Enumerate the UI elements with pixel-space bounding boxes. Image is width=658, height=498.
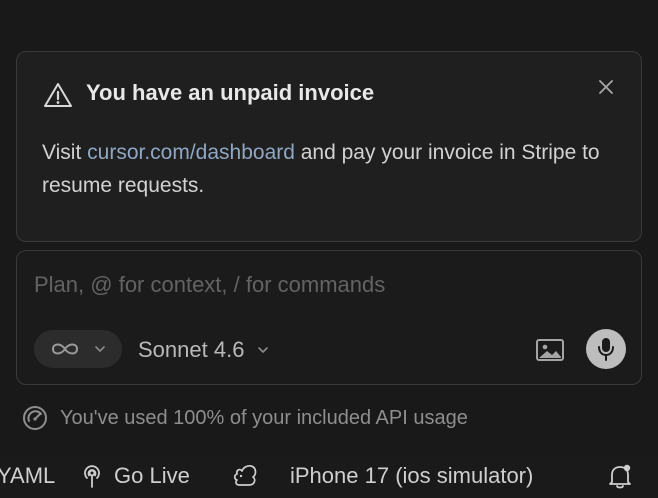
chat-input[interactable] bbox=[34, 268, 594, 302]
model-name: Sonnet 4.6 bbox=[138, 337, 245, 362]
status-bar: YAML Go Live iPhone 17 (ios simulator) bbox=[0, 455, 658, 498]
notice-title: You have an unpaid invoice bbox=[86, 80, 375, 105]
bell-icon bbox=[609, 464, 631, 489]
chevron-down-icon bbox=[95, 346, 105, 352]
unpaid-invoice-notice: You have an unpaid invoice Visit cursor.… bbox=[16, 51, 642, 242]
infinity-icon bbox=[51, 343, 79, 355]
agent-mode-selector[interactable] bbox=[34, 330, 122, 368]
notifications-button[interactable] bbox=[606, 462, 634, 490]
dashboard-link[interactable]: cursor.com/dashboard bbox=[87, 141, 295, 164]
go-live-button[interactable]: Go Live bbox=[80, 462, 190, 490]
notice-body-prefix: Visit bbox=[42, 141, 88, 164]
usage-text: You've used 100% of your included API us… bbox=[60, 406, 468, 429]
gauge-icon bbox=[23, 406, 47, 430]
chat-composer: Sonnet 4.6 bbox=[16, 250, 642, 385]
chevron-down-icon bbox=[258, 347, 269, 353]
squirrel-icon bbox=[233, 464, 257, 486]
broadcast-icon bbox=[84, 465, 100, 488]
usage-status: You've used 100% of your included API us… bbox=[22, 404, 468, 432]
extension-status-button[interactable] bbox=[231, 462, 259, 490]
microphone-icon bbox=[598, 338, 614, 361]
notice-message: Visit cursor.com/dashboard and pay your … bbox=[42, 136, 632, 202]
language-mode-yaml[interactable]: YAML bbox=[0, 462, 55, 490]
go-live-label: Go Live bbox=[114, 463, 190, 488]
warning-triangle-icon bbox=[44, 83, 72, 107]
device-selector[interactable]: iPhone 17 (ios simulator) bbox=[290, 462, 533, 490]
microphone-button[interactable] bbox=[586, 329, 626, 369]
model-selector[interactable]: Sonnet 4.6 bbox=[138, 336, 270, 364]
close-icon[interactable] bbox=[595, 76, 617, 98]
image-icon[interactable] bbox=[535, 336, 565, 364]
